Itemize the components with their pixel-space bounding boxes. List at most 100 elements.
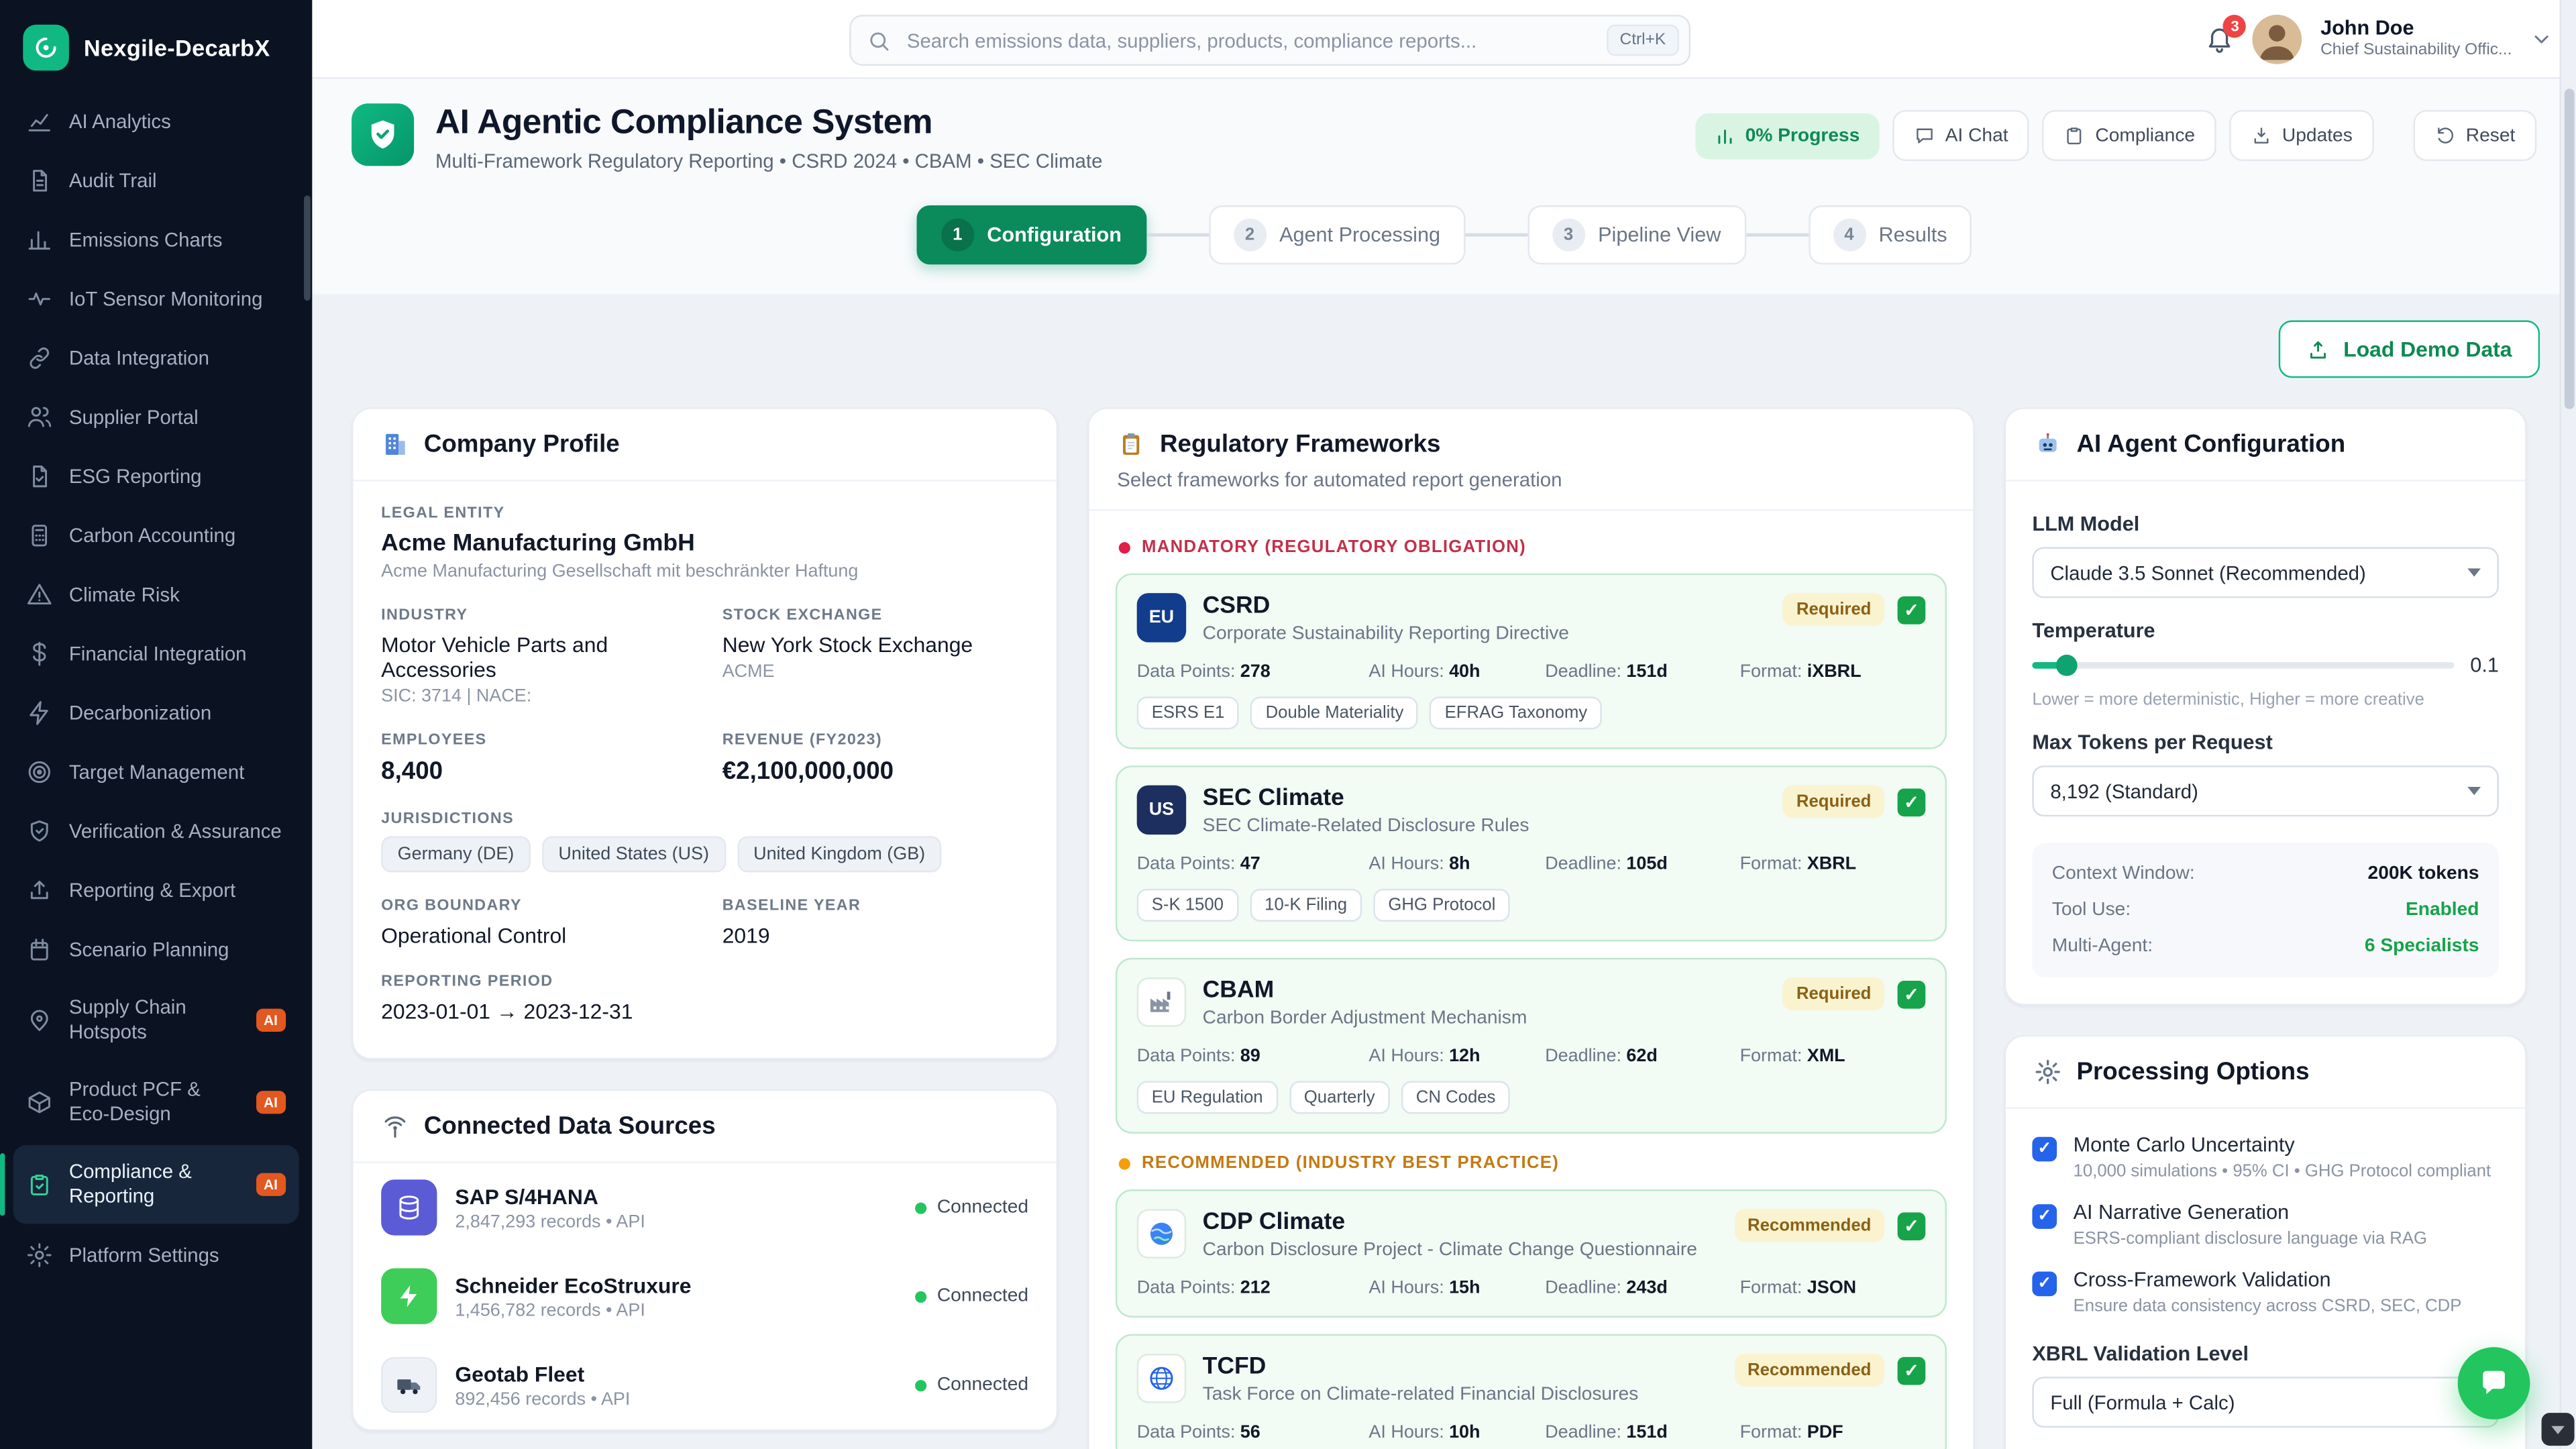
sidebar-item-label: Financial Integration <box>69 641 286 666</box>
status-dot <box>916 1291 927 1302</box>
status-dot <box>916 1379 927 1391</box>
sidebar-item-reporting-export[interactable]: Reporting & Export <box>13 863 299 918</box>
framework-checkbox[interactable] <box>1898 596 1926 624</box>
regulatory-frameworks-card: Regulatory Frameworks Select frameworks … <box>1087 407 1974 1449</box>
slider-thumb[interactable] <box>2055 655 2077 676</box>
updates-button[interactable]: Updates <box>2230 110 2374 161</box>
sidebar-item-emissions-charts[interactable]: Emissions Charts <box>13 212 299 268</box>
max-tokens-select[interactable]: 8,192 (Standard) <box>2032 765 2499 816</box>
stock-exchange-value: New York Stock Exchange <box>722 633 1028 657</box>
framework-checkbox[interactable] <box>1898 980 1926 1008</box>
data-source-row[interactable]: Geotab Fleet 892,456 records • API Conne… <box>354 1340 1057 1429</box>
llm-model-label: LLM Model <box>2032 513 2499 535</box>
checkbox-checked[interactable] <box>2032 1137 2057 1162</box>
sidebar-item-esg-reporting[interactable]: ESG Reporting <box>13 449 299 504</box>
sidebar-item-data-integration[interactable]: Data Integration <box>13 330 299 386</box>
scroll-down-button[interactable] <box>2542 1413 2575 1446</box>
download-icon <box>2251 125 2272 146</box>
source-meta: 2,847,293 records • API <box>455 1212 645 1231</box>
card-title: Regulatory Frameworks <box>1160 431 1441 459</box>
option-cross-framework[interactable]: Cross-Framework Validation Ensure data c… <box>2006 1254 2525 1321</box>
page-scrollbar[interactable] <box>2560 0 2576 1449</box>
framework-checkbox[interactable] <box>1898 788 1926 816</box>
chat-icon <box>2477 1367 2510 1400</box>
ai-chat-button[interactable]: AI Chat <box>1892 110 2029 161</box>
sidebar-item-scenario-planning[interactable]: Scenario Planning <box>13 922 299 977</box>
temperature-value: 0.1 <box>2470 654 2499 677</box>
framework-metric: AI Hours:12h <box>1368 1046 1545 1066</box>
bolt-icon <box>381 1269 437 1324</box>
chat-fab-button[interactable] <box>2458 1347 2530 1419</box>
source-name: SAP S/4HANA <box>455 1183 645 1208</box>
reset-button[interactable]: Reset <box>2413 110 2536 161</box>
progress-pill[interactable]: 0% Progress <box>1696 113 1880 159</box>
chevron-down-icon[interactable] <box>2530 27 2553 50</box>
data-source-row[interactable]: SAP S/4HANA 2,847,293 records • API Conn… <box>354 1163 1057 1252</box>
framework-checkbox[interactable] <box>1898 1212 1926 1240</box>
sidebar-item-supply-chain-hotspots[interactable]: Supply Chain Hotspots AI <box>13 981 299 1060</box>
sidebar-scrollbar-thumb[interactable] <box>304 195 311 301</box>
topbar: Ctrl+K 3 John Doe Chief Sustainability O… <box>312 0 2576 79</box>
info-row: Context Window: 200K tokens <box>2052 856 2479 892</box>
sidebar-item-platform-settings[interactable]: Platform Settings <box>13 1227 299 1283</box>
sidebar-item-climate-risk[interactable]: Climate Risk <box>13 567 299 623</box>
sidebar-item-ai-analytics[interactable]: AI Analytics <box>13 94 299 150</box>
brand-name: Nexgile-DecarbX <box>84 34 270 60</box>
sidebar-item-decarbonization[interactable]: Decarbonization <box>13 685 299 741</box>
sidebar-item-supplier-portal[interactable]: Supplier Portal <box>13 389 299 445</box>
brand-logo[interactable]: Nexgile-DecarbX <box>0 0 312 91</box>
framework-metric: Deadline:151d <box>1545 1423 1739 1442</box>
framework-card-sec-climate[interactable]: US SEC Climate SEC Climate-Related Discl… <box>1116 765 1947 941</box>
checkbox-checked[interactable] <box>2032 1204 2057 1229</box>
sidebar-item-product-pcf[interactable]: Product PCF & Eco-Design AI <box>13 1063 299 1142</box>
sidebar-item-verification[interactable]: Verification & Assurance <box>13 804 299 859</box>
search-input[interactable] <box>904 27 1593 53</box>
sidebar-item-iot-monitoring[interactable]: IoT Sensor Monitoring <box>13 271 299 327</box>
framework-card-cdp-climate[interactable]: CDP Climate Carbon Disclosure Project - … <box>1116 1189 1947 1318</box>
step-connector <box>1465 233 1527 237</box>
card-title: Company Profile <box>424 431 620 459</box>
sidebar-item-label: Target Management <box>69 760 286 785</box>
load-demo-data-button[interactable]: Load Demo Data <box>2279 321 2540 378</box>
option-label: AI Narrative Generation <box>2074 1201 2427 1224</box>
sidebar-item-financial-integration[interactable]: Financial Integration <box>13 626 299 682</box>
temperature-slider[interactable] <box>2032 662 2453 669</box>
factory-icon <box>1137 977 1186 1026</box>
framework-name: SEC Climate <box>1203 786 1529 812</box>
framework-checkbox[interactable] <box>1898 1356 1926 1385</box>
framework-name: CSRD <box>1203 593 1569 619</box>
step-pipeline-view[interactable]: 3 Pipeline View <box>1527 205 1746 264</box>
robot-icon <box>2034 431 2062 459</box>
step-agent-processing[interactable]: 2 Agent Processing <box>1209 205 1465 264</box>
sidebar-item-target-management[interactable]: Target Management <box>13 744 299 800</box>
framework-card-tcfd[interactable]: TCFD Task Force on Climate-related Finan… <box>1116 1334 1947 1449</box>
step-results[interactable]: 4 Results <box>1808 205 1972 264</box>
framework-name: TCFD <box>1203 1354 1639 1380</box>
option-ai-narrative[interactable]: AI Narrative Generation ESRS-compliant d… <box>2006 1186 2525 1253</box>
xbrl-validation-select[interactable]: Full (Formula + Calc) <box>2032 1377 2499 1428</box>
brand-logo-icon <box>23 25 69 71</box>
framework-card-csrd[interactable]: EU CSRD Corporate Sustainability Reporti… <box>1116 574 1947 749</box>
revenue-value: €2,100,000,000 <box>722 757 1028 786</box>
sidebar-item-carbon-accounting[interactable]: Carbon Accounting <box>13 508 299 564</box>
option-monte-carlo[interactable]: Monte Carlo Uncertainty 10,000 simulatio… <box>2006 1119 2525 1186</box>
sidebar-item-compliance-reporting[interactable]: Compliance & Reporting AI <box>13 1145 299 1224</box>
notifications-button[interactable]: 3 <box>2206 24 2235 54</box>
user-avatar[interactable] <box>2253 14 2302 63</box>
wire-globe-icon <box>1137 1354 1186 1403</box>
antenna-icon <box>381 1112 409 1140</box>
framework-card-cbam[interactable]: CBAM Carbon Border Adjustment Mechanism … <box>1116 958 1947 1134</box>
page-scrollbar-thumb[interactable] <box>2565 89 2575 409</box>
data-source-row[interactable]: Schneider EcoStruxure 1,456,782 records … <box>354 1252 1057 1340</box>
box-icon <box>26 1089 52 1116</box>
sidebar-item-label: Data Integration <box>69 346 286 371</box>
user-menu[interactable]: John Doe Chief Sustainability Offic... <box>2320 16 2512 60</box>
checkbox-checked[interactable] <box>2032 1272 2057 1297</box>
sidebar-item-audit-trail[interactable]: Audit Trail <box>13 153 299 209</box>
compliance-button[interactable]: Compliance <box>2043 110 2216 161</box>
mini-chart-icon <box>1716 125 1735 145</box>
page-title: AI Agentic Compliance System <box>435 103 1102 143</box>
llm-model-select[interactable]: Claude 3.5 Sonnet (Recommended) <box>2032 547 2499 598</box>
step-configuration[interactable]: 1 Configuration <box>916 205 1146 264</box>
global-search[interactable]: Ctrl+K <box>849 15 1690 66</box>
